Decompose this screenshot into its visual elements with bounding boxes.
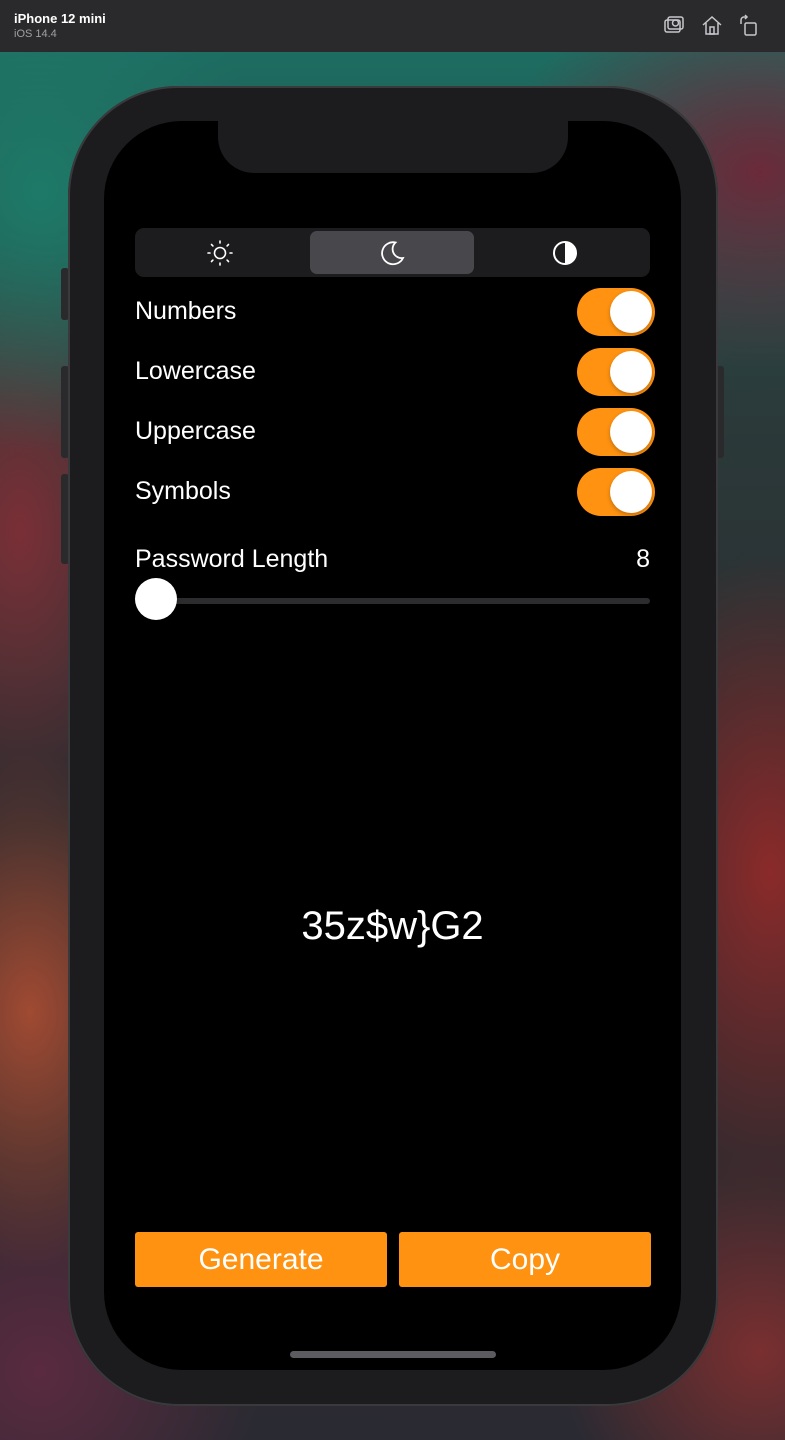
device-name: iPhone 12 mini bbox=[14, 11, 106, 26]
app-screen: Numbers Lowercase Uppercase Symbols Pass… bbox=[104, 121, 681, 1370]
home-indicator[interactable] bbox=[290, 1351, 496, 1358]
copy-button[interactable]: Copy bbox=[399, 1232, 651, 1287]
toggle-knob bbox=[610, 351, 652, 393]
password-length-value: 8 bbox=[636, 545, 650, 573]
segment-dark[interactable] bbox=[310, 231, 474, 274]
toggle-knob bbox=[610, 291, 652, 333]
sun-icon bbox=[207, 239, 233, 266]
appearance-segmented-control bbox=[135, 228, 650, 277]
notch bbox=[218, 121, 568, 173]
toggle-knob bbox=[610, 471, 652, 513]
home-icon[interactable] bbox=[700, 14, 724, 38]
os-version: iOS 14.4 bbox=[14, 28, 57, 40]
password-length-label: Password Length bbox=[135, 545, 329, 573]
rotate-icon[interactable] bbox=[737, 14, 761, 38]
option-row-lowercase: Lowercase bbox=[135, 348, 655, 398]
toggle-knob bbox=[610, 411, 652, 453]
option-label: Symbols bbox=[135, 477, 231, 505]
moon-icon bbox=[381, 240, 405, 265]
uppercase-toggle[interactable] bbox=[577, 408, 655, 456]
password-length-slider-track[interactable] bbox=[135, 598, 650, 604]
contrast-icon bbox=[553, 240, 577, 265]
symbols-toggle[interactable] bbox=[577, 468, 655, 516]
option-label: Lowercase bbox=[135, 357, 256, 385]
numbers-toggle[interactable] bbox=[577, 288, 655, 336]
screenshot-icon[interactable] bbox=[662, 14, 686, 38]
password-length-slider-thumb[interactable] bbox=[135, 578, 177, 620]
segment-light[interactable] bbox=[138, 231, 302, 274]
option-row-numbers: Numbers bbox=[135, 288, 655, 338]
generate-button[interactable]: Generate bbox=[135, 1232, 387, 1287]
generated-password: 35z$w}G2 bbox=[301, 904, 484, 948]
lowercase-toggle[interactable] bbox=[577, 348, 655, 396]
option-label: Uppercase bbox=[135, 417, 256, 445]
simulator-title-bar: iPhone 12 mini iOS 14.4 bbox=[0, 0, 785, 53]
option-label: Numbers bbox=[135, 297, 237, 325]
option-row-uppercase: Uppercase bbox=[135, 408, 655, 458]
option-row-symbols: Symbols bbox=[135, 468, 655, 518]
segment-system[interactable] bbox=[483, 231, 647, 274]
